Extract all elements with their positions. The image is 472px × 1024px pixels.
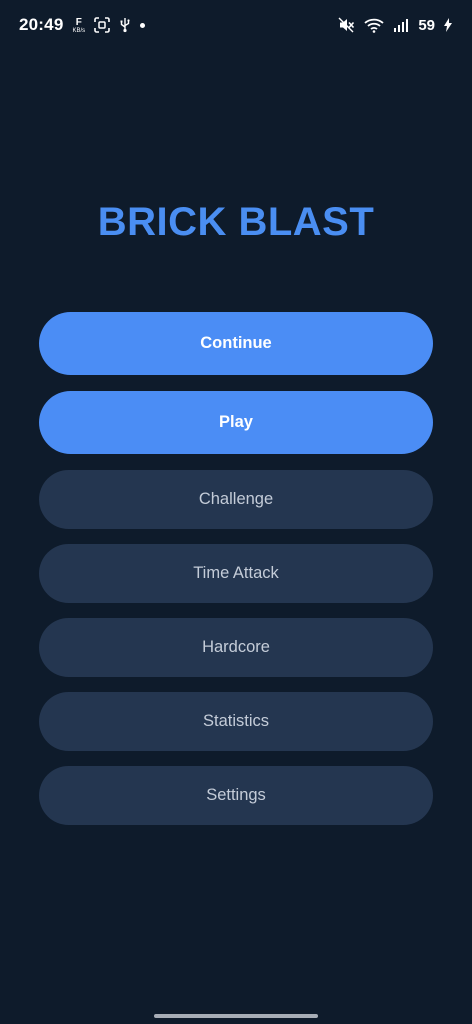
status-bar: 20:49 F KB/s 59 bbox=[0, 0, 472, 50]
network-speed-value: F bbox=[75, 17, 82, 28]
screenshot-icon bbox=[94, 17, 110, 33]
wifi-icon bbox=[364, 17, 384, 33]
usb-icon bbox=[119, 17, 131, 33]
play-button[interactable]: Play bbox=[39, 391, 433, 454]
charging-icon bbox=[444, 18, 452, 32]
signal-icon bbox=[393, 17, 409, 33]
status-bar-left: 20:49 F KB/s bbox=[19, 15, 146, 35]
mute-icon bbox=[338, 17, 355, 33]
network-speed: F KB/s bbox=[72, 17, 86, 35]
game-title: BRICK BLAST bbox=[97, 200, 375, 244]
main-menu: Continue Play Challenge Time Attack Hard… bbox=[39, 312, 433, 840]
battery-level: 59 bbox=[418, 16, 435, 34]
notification-dot-icon bbox=[140, 22, 146, 28]
status-time: 20:49 bbox=[19, 15, 64, 34]
status-bar-right: 59 bbox=[338, 17, 452, 34]
hardcore-button[interactable]: Hardcore bbox=[39, 618, 433, 677]
challenge-button[interactable]: Challenge bbox=[39, 470, 433, 529]
settings-button[interactable]: Settings bbox=[39, 766, 433, 825]
continue-button[interactable]: Continue bbox=[39, 312, 433, 375]
main-menu-screen: 20:49 F KB/s 59 BRICK BLAST Continue Pla… bbox=[0, 0, 472, 1024]
time-attack-button[interactable]: Time Attack bbox=[39, 544, 433, 603]
gesture-navigation-handle[interactable] bbox=[154, 1014, 318, 1018]
statistics-button[interactable]: Statistics bbox=[39, 692, 433, 751]
network-speed-unit: KB/s bbox=[72, 28, 86, 34]
